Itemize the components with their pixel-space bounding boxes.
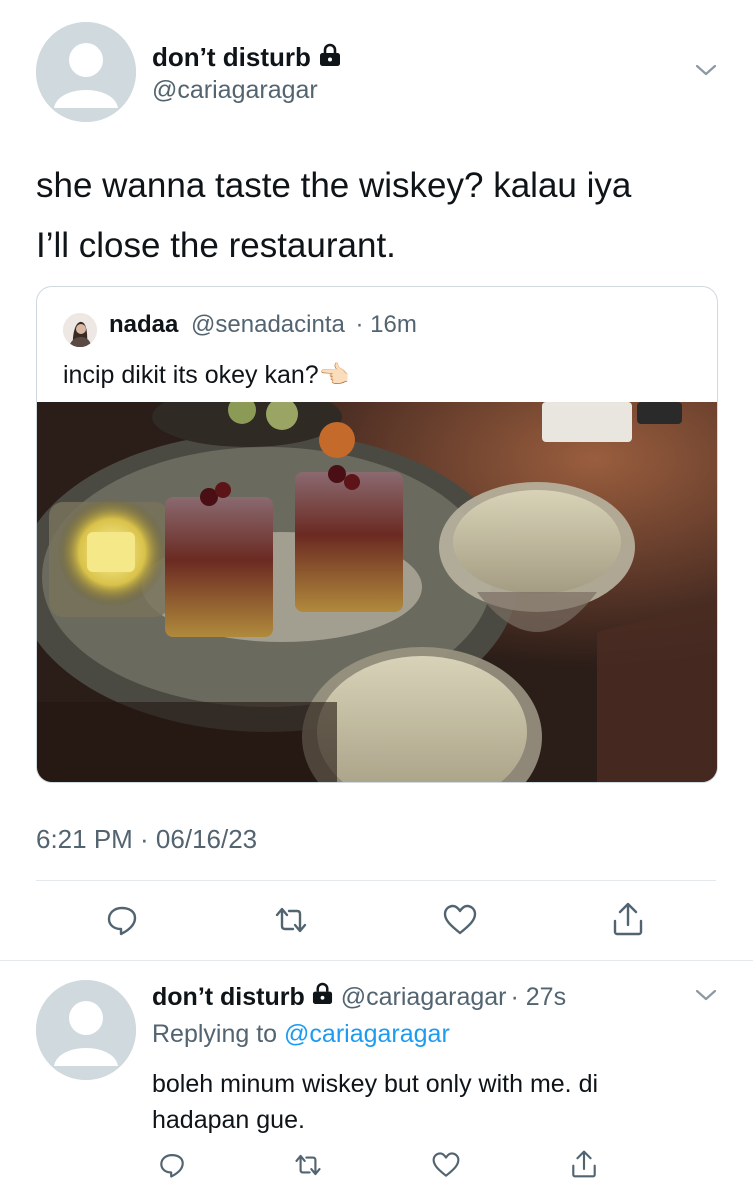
author-display-name[interactable]: don’t disturb [152, 42, 311, 73]
reply-display-name[interactable]: don’t disturb [152, 983, 305, 1012]
quoted-handle[interactable]: @senadacinta [191, 311, 345, 338]
reply-handle[interactable]: @cariagaragar [341, 983, 507, 1012]
reply-author-row: don’t disturb @cariagaragar · 27s [152, 980, 566, 1014]
quoted-display-name[interactable]: nadaa [109, 311, 178, 338]
lock-icon [319, 43, 341, 72]
like-button[interactable] [431, 1151, 461, 1179]
tweet-text: she wanna taste the wiskey? kalau iya I’… [36, 156, 631, 276]
like-button[interactable] [442, 903, 478, 937]
reply-text-line: boleh minum wiskey but only with me. di [152, 1070, 599, 1098]
replying-to-link[interactable]: @cariagaragar [284, 1020, 450, 1048]
quoted-avatar[interactable] [63, 313, 97, 347]
reply-time[interactable]: · 27s [511, 983, 567, 1012]
reply-text: boleh minum wiskey but only with me. di … [152, 1066, 598, 1138]
share-button[interactable] [570, 1149, 598, 1179]
reply-button[interactable] [158, 1151, 186, 1179]
replying-to-label: Replying to [152, 1020, 285, 1048]
retweet-button[interactable] [293, 1151, 323, 1179]
tweet-timestamp[interactable]: 6:21 PM · 06/16/23 [36, 824, 257, 855]
share-button[interactable] [611, 901, 645, 937]
reply-button[interactable] [105, 903, 139, 937]
heart-icon [443, 904, 477, 935]
tweet-text-line: she wanna taste the wiskey? kalau iya [36, 166, 632, 205]
quoted-text: incip dikit its okey kan?👈🏻 [63, 361, 350, 389]
divider [0, 960, 753, 961]
default-avatar-icon [36, 980, 136, 1080]
default-avatar-icon [36, 22, 136, 122]
avatar[interactable] [36, 22, 136, 122]
cocktail-photo-image [37, 387, 717, 782]
lock-icon [312, 982, 333, 1012]
divider [36, 880, 716, 881]
quoted-tweet-card[interactable]: nadaa @senadacinta · 16m incip dikit its… [36, 286, 718, 783]
author-handle[interactable]: @cariagaragar [152, 76, 318, 105]
reply-icon [160, 1154, 184, 1178]
quoted-time: · 16m [355, 311, 417, 338]
quoted-author-row: nadaa @senadacinta · 16m [109, 311, 417, 339]
author-name-row[interactable]: don’t disturb [152, 40, 341, 74]
heart-icon [432, 1152, 460, 1177]
chevron-down-icon[interactable] [694, 985, 718, 1010]
chevron-down-icon[interactable] [694, 60, 718, 85]
retweet-icon [275, 907, 307, 933]
tweet-text-line: I’ll close the restaurant. [36, 226, 396, 265]
reply-avatar[interactable] [36, 980, 136, 1080]
retweet-icon [295, 1154, 321, 1176]
share-icon [613, 902, 643, 936]
quoted-avatar-image [63, 313, 97, 347]
reply-text-line: hadapan gue. [152, 1106, 305, 1134]
retweet-button[interactable] [273, 903, 309, 937]
replying-to-line: Replying to @cariagaragar [152, 1020, 450, 1049]
reply-icon [107, 906, 137, 936]
share-icon [572, 1150, 596, 1178]
quoted-photo[interactable] [37, 387, 717, 782]
